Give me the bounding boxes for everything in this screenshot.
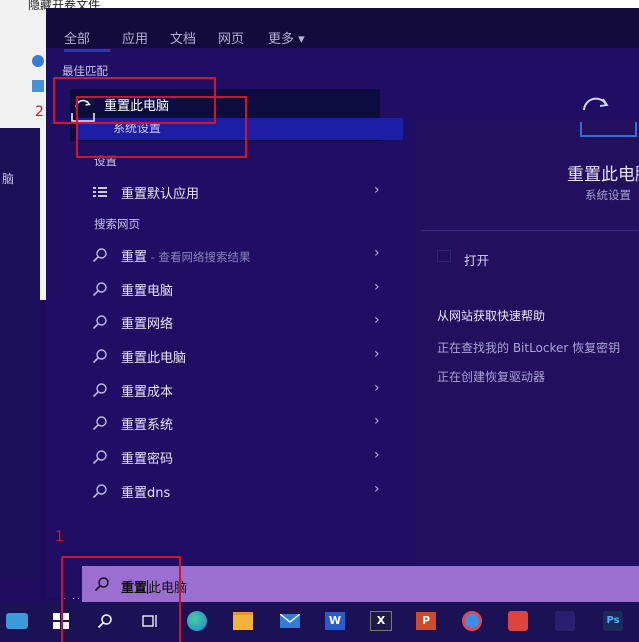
help-link-bitlocker[interactable]: 正在查找我的 BitLocker 恢复密钥 xyxy=(437,339,620,356)
annotation-box-2b xyxy=(76,96,247,158)
help-link-recovery-drive[interactable]: 正在创建恢复驱动器 xyxy=(437,368,545,385)
background-explorer-sidebar xyxy=(0,128,80,578)
edge-icon[interactable] xyxy=(184,608,210,634)
active-tab-indicator xyxy=(64,49,110,52)
open-action[interactable]: 打开 xyxy=(464,250,489,269)
web-result-label: 重置此电脑 xyxy=(121,351,187,366)
app-icon[interactable] xyxy=(4,608,30,634)
powerpoint-icon[interactable]: P xyxy=(413,608,439,634)
search-icon xyxy=(92,349,107,364)
chevron-right-icon: › xyxy=(374,279,380,295)
web-result-item[interactable]: 重置密码 › xyxy=(92,443,392,473)
web-result-item[interactable]: 重置dns › xyxy=(92,477,392,507)
web-result-item[interactable]: 重置电脑 › xyxy=(92,275,392,305)
tab-apps[interactable]: 应用 xyxy=(122,28,148,47)
wps-pdf-icon[interactable] xyxy=(505,608,531,634)
file-explorer-icon[interactable] xyxy=(230,608,256,634)
mail-icon[interactable] xyxy=(277,608,303,634)
excel-icon[interactable]: X xyxy=(368,608,394,634)
web-result-label: 重置电脑 xyxy=(121,284,174,299)
chevron-right-icon: › xyxy=(374,447,380,463)
web-result-label: 重置密码 xyxy=(121,452,174,467)
tab-more[interactable]: 更多 ▾ xyxy=(268,28,305,47)
annotation-number-2: 2 xyxy=(35,104,44,120)
web-result-label: 重置成本 xyxy=(121,385,174,400)
setting-reset-default-apps[interactable]: 重置默认应用 › xyxy=(92,178,392,208)
tab-documents[interactable]: 文档 xyxy=(170,28,196,47)
annotation-box-1 xyxy=(61,556,181,642)
preview-subtitle: 系统设置 xyxy=(585,188,631,202)
search-tabs: 全部 应用 文档 网页 更多 ▾ xyxy=(46,8,639,48)
search-icon xyxy=(92,315,107,330)
web-result-item[interactable]: 重置 - 查看网络搜索结果 › xyxy=(92,241,392,271)
quick-help-header: 从网站获取快速帮助 xyxy=(437,309,546,323)
reset-pc-large-icon xyxy=(580,97,637,137)
annotation-number-1: 1 xyxy=(55,529,64,545)
web-result-item[interactable]: 重置此电脑 › xyxy=(92,342,392,372)
preview-title: 重置此电脑 xyxy=(567,165,639,185)
background-left-fragment: 脑 xyxy=(2,172,15,186)
setting-label: 重置默认应用 xyxy=(121,187,200,202)
tab-all[interactable]: 全部 xyxy=(64,28,90,47)
search-icon xyxy=(92,416,107,431)
search-icon xyxy=(92,484,107,499)
web-result-label: 重置网络 xyxy=(121,317,174,332)
web-result-label: 重置dns xyxy=(121,486,171,501)
tab-web[interactable]: 网页 xyxy=(218,28,244,47)
search-icon xyxy=(92,383,107,398)
list-icon xyxy=(93,187,107,197)
onedrive-icon xyxy=(32,55,44,67)
chevron-right-icon: › xyxy=(374,346,380,362)
search-icon xyxy=(92,248,107,263)
open-icon xyxy=(437,250,451,262)
chevron-right-icon: › xyxy=(374,413,380,429)
this-pc-icon xyxy=(32,80,44,92)
web-result-item[interactable]: 重置系统 › xyxy=(92,409,392,439)
chevron-right-icon: › xyxy=(374,380,380,396)
web-result-item[interactable]: 重置成本 › xyxy=(92,376,392,406)
chevron-right-icon: › xyxy=(374,245,380,261)
web-result-label: 重置 xyxy=(121,250,148,265)
web-result-sub: - 查看网络搜索结果 xyxy=(147,250,251,264)
web-result-item[interactable]: 重置网络 › xyxy=(92,308,392,338)
baidu-netdisk-icon[interactable] xyxy=(459,608,485,634)
web-search-header: 搜索网页 xyxy=(94,217,140,231)
app-icon[interactable] xyxy=(552,608,578,634)
preview-divider xyxy=(422,230,639,231)
search-icon xyxy=(92,450,107,465)
chevron-right-icon: › xyxy=(374,312,380,328)
web-result-label: 重置系统 xyxy=(121,418,174,433)
chevron-right-icon: › xyxy=(374,182,380,198)
chevron-right-icon: › xyxy=(374,481,380,497)
word-icon[interactable]: W xyxy=(322,608,348,634)
search-icon xyxy=(92,282,107,297)
photoshop-icon[interactable]: Ps xyxy=(600,608,626,634)
